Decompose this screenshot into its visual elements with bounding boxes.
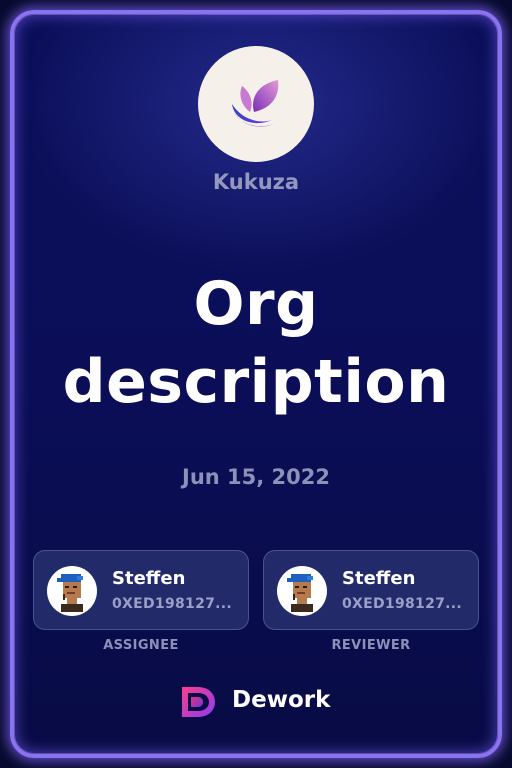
org-name: Kukuza xyxy=(212,170,300,194)
reviewer-label: REVIEWER xyxy=(331,638,411,653)
reviewer-address: 0XED198127... xyxy=(342,596,463,612)
brand-name: Dework xyxy=(232,687,331,713)
avatar xyxy=(47,566,97,616)
dework-logo-icon xyxy=(182,687,215,717)
assignee-address: 0XED198127... xyxy=(112,596,233,612)
avatar xyxy=(277,566,327,616)
assignee-name: Steffen xyxy=(112,568,186,589)
pixel-punk-avatar-icon xyxy=(287,574,313,612)
org-logo xyxy=(198,46,314,162)
dework-brand[interactable]: Dework xyxy=(178,682,348,722)
assignee-label: ASSIGNEE xyxy=(103,638,179,653)
reviewer-card[interactable]: Steffen 0XED198127... xyxy=(263,550,479,630)
task-date: Jun 15, 2022 xyxy=(182,465,330,489)
leaf-logo-icon xyxy=(232,80,279,127)
task-title: Org description xyxy=(62,269,450,417)
pixel-punk-avatar-icon xyxy=(57,574,83,612)
assignee-card[interactable]: Steffen 0XED198127... xyxy=(33,550,249,630)
reviewer-name: Steffen xyxy=(342,568,416,589)
